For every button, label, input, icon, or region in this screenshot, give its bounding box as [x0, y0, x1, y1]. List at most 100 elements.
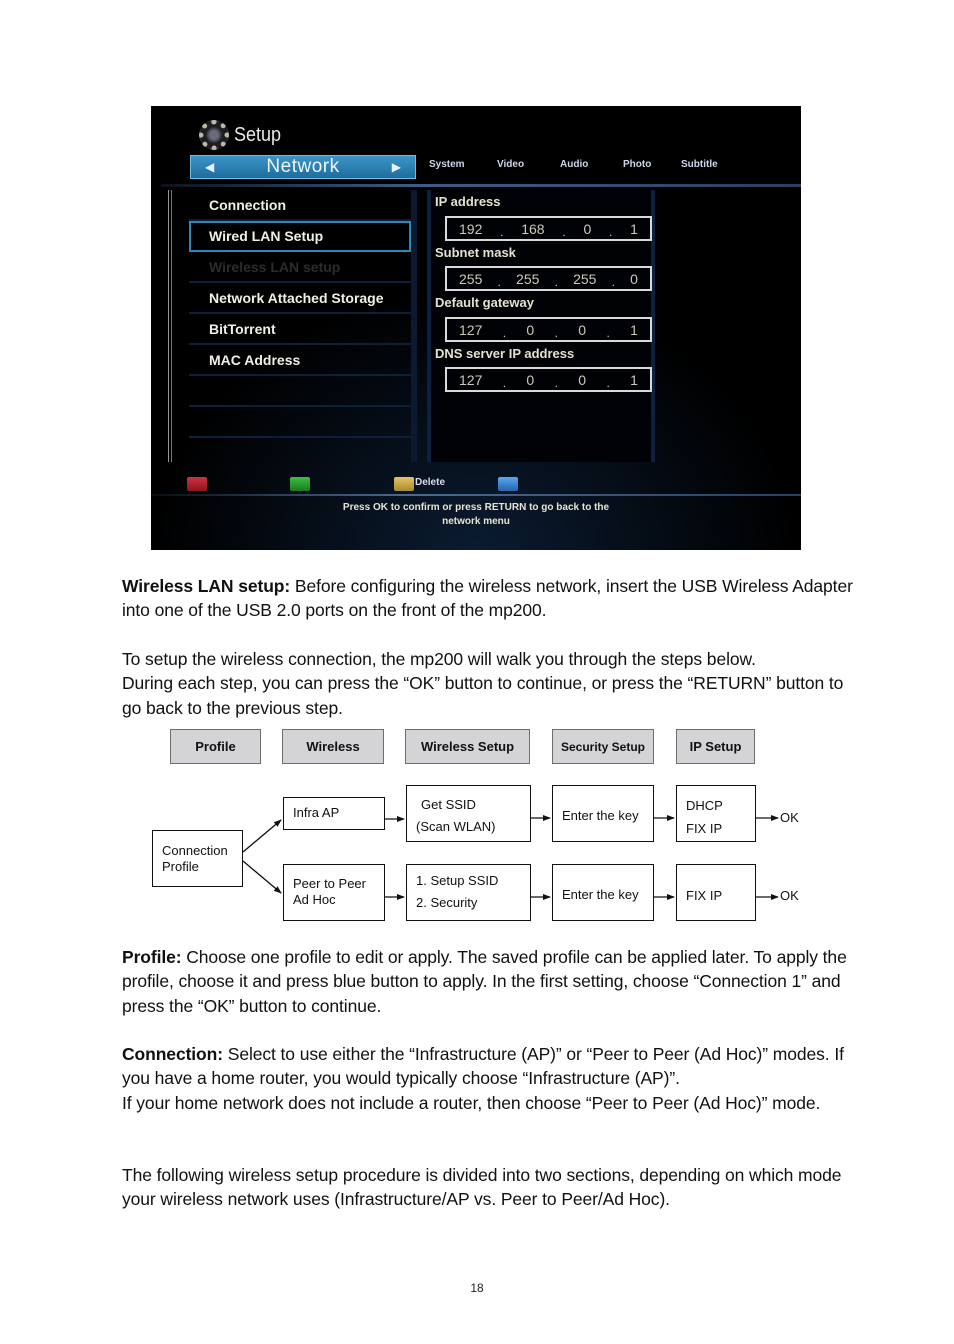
box-line: Infra AP	[293, 805, 340, 820]
octet: 0	[526, 371, 535, 388]
category-label: Network	[266, 156, 340, 177]
profile-paragraph: Profile: Choose one profile to edit or a…	[122, 945, 862, 1018]
setup-ssid-box: 1. Setup SSID 2. Security	[406, 864, 531, 921]
green-button[interactable]	[290, 477, 310, 491]
box-line: DHCP	[686, 798, 723, 813]
header-profile: Profile	[170, 729, 261, 764]
octet: 0	[578, 321, 587, 338]
octet: 168	[521, 220, 545, 237]
separator: .	[502, 325, 507, 340]
octet: 255	[516, 270, 540, 287]
page-number: 18	[470, 1281, 484, 1295]
profile-heading: Profile:	[122, 947, 182, 967]
dns-server-label: DNS server IP address	[435, 346, 575, 361]
result-ok-infra: OK	[780, 810, 799, 825]
box-line: Enter the key	[562, 887, 639, 902]
menu-item-mac-address[interactable]: MAC Address	[189, 345, 411, 376]
octet: 1	[630, 321, 638, 338]
hint-line: network menu	[442, 516, 510, 527]
octet: 192	[459, 220, 483, 237]
box-line: Enter the key	[562, 808, 639, 823]
setup-title-row: Setup	[199, 120, 286, 150]
box-line: Get SSID	[421, 797, 476, 812]
octet: 1	[630, 371, 638, 388]
category-selector[interactable]: ◀ Network ▶	[190, 155, 416, 179]
result-ok-adhoc: OK	[780, 888, 799, 903]
profile-text: Choose one profile to edit or apply. The…	[122, 947, 847, 1016]
octet: 0	[578, 371, 587, 388]
tab-photo[interactable]: Photo	[623, 159, 681, 170]
wireless-heading: Wireless LAN setup:	[122, 576, 291, 596]
arrow-right-icon[interactable]: ▶	[392, 160, 401, 174]
octet: 0	[526, 321, 535, 338]
ip-address-field[interactable]: 192. 168. 0. 1	[445, 216, 652, 241]
get-ssid-box: Get SSID (Scan WLAN)	[406, 785, 531, 842]
separator: .	[500, 224, 504, 239]
separator: .	[606, 375, 610, 390]
steps-text-line: During each step, you can press the “OK”…	[122, 673, 844, 718]
connection-paragraph: Connection: Select to use either the “In…	[122, 1042, 862, 1115]
setup-title: Setup	[234, 123, 282, 146]
connection-text: Select to use either the “Infrastructure…	[122, 1044, 844, 1089]
menu-item-wireless-lan-setup: Wireless LAN setup	[189, 252, 411, 283]
closing-paragraph: The following wireless setup procedure i…	[122, 1163, 862, 1212]
octet: 255	[573, 270, 597, 287]
default-gateway-field[interactable]: 127. 0. 0. 1	[445, 317, 652, 342]
separator: .	[611, 274, 615, 289]
help-hint: Press OK to confirm or press RETURN to g…	[151, 501, 801, 529]
yellow-button[interactable]	[394, 477, 414, 491]
octet: 127	[459, 371, 483, 388]
menu-item-empty	[189, 407, 411, 438]
setup-tabs: System Video Audio Photo Subtitle	[429, 159, 741, 170]
tab-subtitle[interactable]: Subtitle	[681, 159, 741, 170]
box-line: FIX IP	[686, 821, 723, 836]
gear-icon	[199, 120, 229, 150]
subnet-mask-label: Subnet mask	[435, 245, 516, 260]
tab-system[interactable]: System	[429, 159, 497, 170]
connection-heading: Connection:	[122, 1044, 223, 1064]
box-line: 1. Setup SSID	[416, 873, 499, 888]
ip-address-label: IP address	[435, 194, 501, 209]
infra-ap-box: Infra AP	[283, 797, 385, 830]
separator: .	[606, 325, 610, 340]
box-line: Peer to Peer	[293, 876, 366, 891]
header-security-setup: Security Setup	[552, 729, 654, 764]
tab-audio[interactable]: Audio	[560, 159, 623, 170]
separator: .	[562, 224, 566, 239]
menu-item-connection[interactable]: Connection	[189, 190, 411, 221]
separator: .	[554, 325, 558, 340]
subnet-mask-field[interactable]: 255. 255. 255. 0	[445, 266, 652, 291]
network-menu: Connection Wired LAN Setup Wireless LAN …	[189, 190, 417, 462]
octet: 0	[583, 220, 592, 237]
enter-key-box-infra: Enter the key	[552, 785, 654, 842]
ip-options-box-adhoc: FIX IP	[676, 864, 756, 921]
red-button[interactable]	[187, 477, 207, 491]
octet: 255	[459, 270, 483, 287]
hint-line: Press OK to confirm or press RETURN to g…	[342, 502, 610, 513]
blue-button[interactable]	[498, 477, 518, 491]
box-line: (Scan WLAN)	[416, 819, 496, 834]
separator: .	[609, 224, 613, 239]
separator: .	[554, 274, 558, 289]
ip-options-box-infra: DHCP FIX IP	[676, 785, 756, 842]
closing-text: The following wireless setup procedure i…	[122, 1165, 842, 1210]
arrow-to-adhoc	[242, 860, 282, 894]
peer-to-peer-box: Peer to Peer Ad Hoc	[283, 864, 385, 921]
scroll-track[interactable]	[168, 190, 172, 462]
separator: .	[497, 274, 501, 289]
steps-text-line: To setup the wireless connection, the mp…	[122, 649, 756, 669]
header-wireless-setup: Wireless Setup	[405, 729, 530, 764]
octet: 127	[459, 321, 483, 338]
steps-paragraph: To setup the wireless connection, the mp…	[122, 647, 862, 720]
footer-divider	[151, 494, 801, 496]
dns-server-field[interactable]: 127. 0. 0. 1	[445, 367, 652, 392]
menu-item-empty	[189, 376, 411, 407]
arrow-left-icon[interactable]: ◀	[205, 160, 214, 174]
menu-item-nas[interactable]: Network Attached Storage	[189, 283, 411, 314]
menu-item-wired-lan-setup[interactable]: Wired LAN Setup	[189, 221, 411, 252]
delete-label: Delete	[415, 477, 446, 488]
box-line: Connection	[162, 843, 228, 858]
octet: 1	[630, 220, 638, 237]
menu-item-bittorrent[interactable]: BitTorrent	[189, 314, 411, 345]
tab-video[interactable]: Video	[497, 159, 560, 170]
